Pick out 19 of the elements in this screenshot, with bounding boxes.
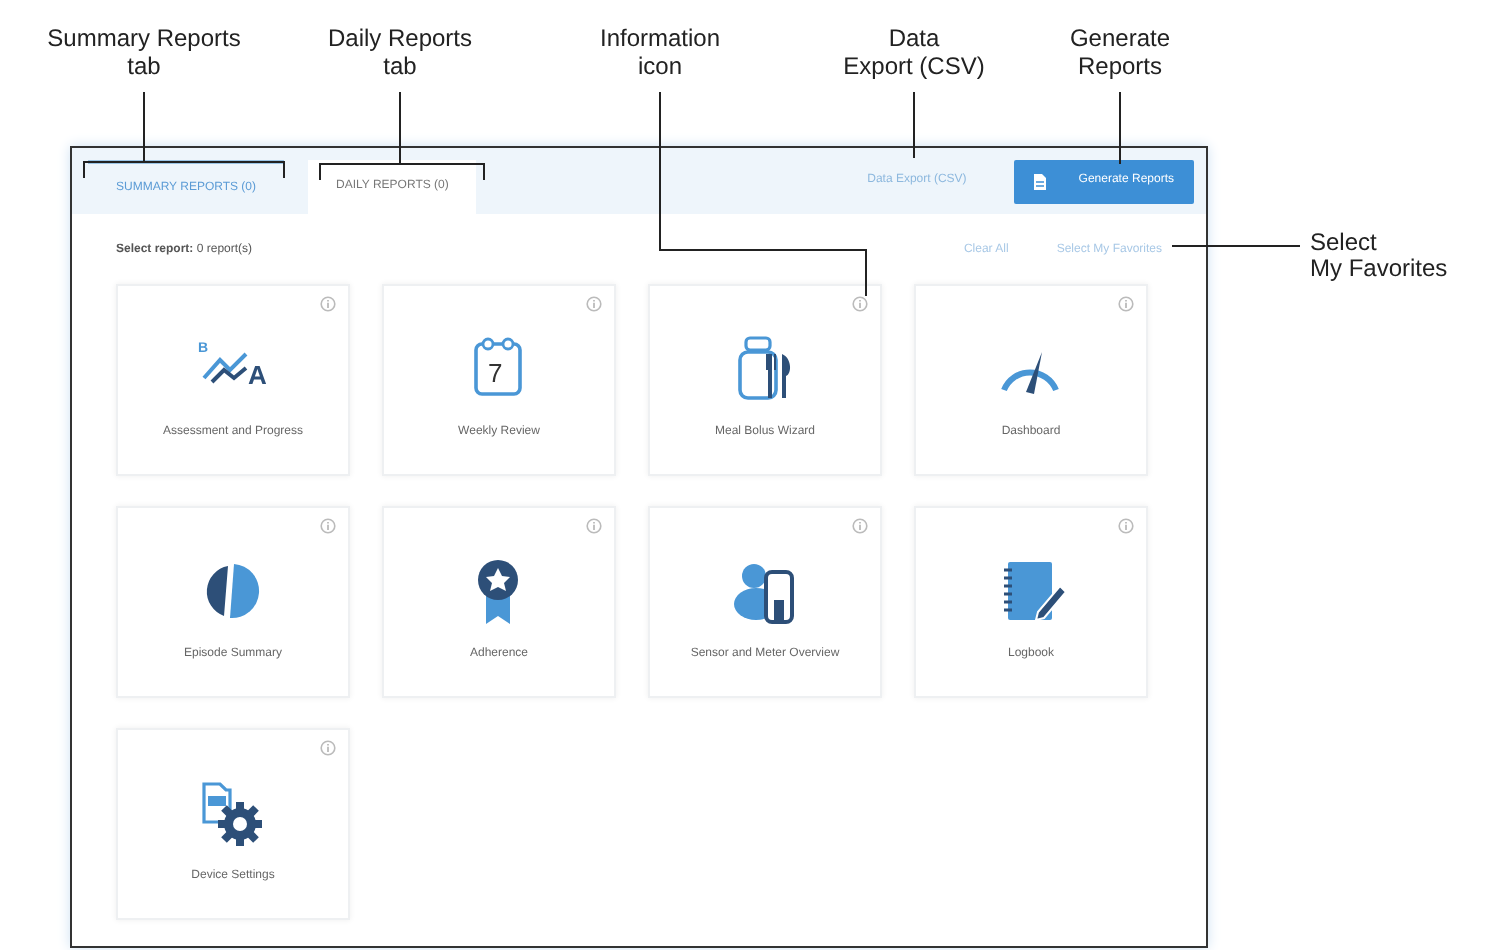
info-icon[interactable] bbox=[586, 296, 602, 312]
callout-label: Daily Reports tab bbox=[327, 24, 473, 80]
info-icon[interactable] bbox=[586, 518, 602, 534]
info-icon[interactable] bbox=[320, 518, 336, 534]
leader-line bbox=[913, 91, 915, 159]
callout-label: Generate Reports bbox=[1069, 24, 1171, 80]
info-icon[interactable] bbox=[320, 296, 336, 312]
info-icon[interactable] bbox=[1118, 296, 1134, 312]
callout-label: Summary Reports tab bbox=[47, 24, 241, 80]
info-icon[interactable] bbox=[852, 518, 868, 534]
info-icon[interactable] bbox=[1118, 518, 1134, 534]
info-icon[interactable] bbox=[852, 296, 868, 312]
info-icon[interactable] bbox=[320, 740, 336, 756]
callout-label: Select My Favorites bbox=[1310, 230, 1448, 282]
leader-line bbox=[1119, 91, 1121, 165]
document-icon bbox=[1034, 173, 1047, 189]
leader-line bbox=[1171, 245, 1301, 247]
callout-label: Information icon bbox=[599, 24, 721, 80]
callout-label: Data Export (CSV) bbox=[843, 24, 985, 80]
